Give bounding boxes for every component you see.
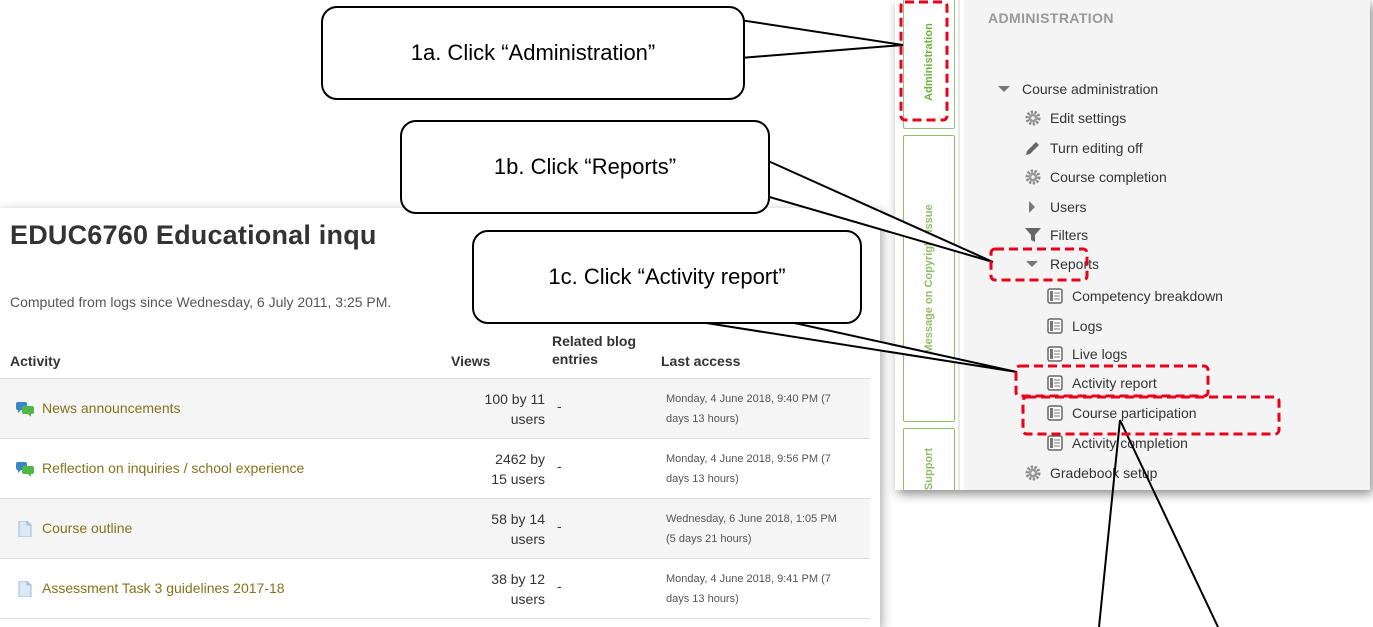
gear-icon	[1025, 169, 1041, 185]
last-access: Monday, 4 June 2018, 9:41 PM (7 days 13 h…	[666, 569, 866, 609]
table-row: Reflection on inquiries / school experie…	[0, 438, 870, 498]
last-access-line: days 13 hours)	[666, 593, 739, 605]
column-header-views: Views	[451, 353, 491, 369]
views-count: 38 by 12 users	[465, 569, 545, 609]
forum-icon	[16, 462, 34, 477]
last-access-line: Monday, 4 June 2018, 9:41 PM (7	[666, 573, 831, 585]
report-icon	[1047, 346, 1063, 362]
last-access-line: Monday, 4 June 2018, 9:56 PM (7	[666, 453, 831, 465]
views-line: 100 by 11	[484, 391, 545, 407]
nav-label: Edit settings	[1050, 110, 1127, 126]
report-icon	[1047, 318, 1063, 334]
related-blog-entries: -	[557, 578, 562, 594]
views-count: 2462 by 15 users	[465, 449, 545, 489]
nav-label: Logs	[1072, 318, 1103, 334]
column-header-activity: Activity	[10, 353, 61, 369]
nav-label: Activity report	[1072, 375, 1157, 391]
last-access-line: Monday, 4 June 2018, 9:40 PM (7	[666, 393, 831, 405]
column-header-line: Related blog	[552, 333, 637, 349]
views-count: 100 by 11 users	[465, 389, 545, 429]
report-icon	[1047, 435, 1063, 451]
views-line: users	[510, 531, 545, 547]
tab-support[interactable]: Support	[903, 428, 955, 490]
tab-administration[interactable]: Administration	[903, 0, 955, 129]
activity-link[interactable]: News announcements	[42, 400, 181, 416]
report-icon	[1047, 288, 1063, 304]
column-header-related-blog: Related blog entries	[552, 332, 636, 368]
tab-copyright-message[interactable]: Message on Copyright Issue	[903, 135, 955, 422]
forum-icon	[16, 402, 34, 417]
funnel-icon	[1025, 228, 1041, 242]
triangle-down-icon	[1026, 261, 1038, 267]
tab-administration-label: Administration	[923, 23, 935, 101]
pencil-icon	[1026, 142, 1039, 155]
activity-link[interactable]: Course outline	[42, 520, 132, 536]
nav-label: Course participation	[1072, 405, 1197, 421]
nav-label: Activity completion	[1072, 435, 1188, 451]
table-row: Course outline 58 by 14 users - Wednesday…	[0, 498, 870, 558]
tab-divider	[958, 0, 960, 490]
report-icon	[1047, 405, 1063, 421]
nav-label: Users	[1050, 199, 1087, 215]
nav-label: Course administration	[1022, 81, 1159, 97]
views-line: 58 by 14	[491, 511, 545, 527]
views-line: 38 by 12	[491, 571, 545, 587]
related-blog-entries: -	[557, 518, 562, 534]
nav-label: Course completion	[1050, 169, 1167, 185]
tab-support-label: Support	[923, 447, 935, 490]
table-row: Assessment Task 3 guidelines 2017-18 38 …	[0, 558, 870, 619]
related-blog-entries: -	[557, 458, 562, 474]
page-title: EDUC6760 Educational inqu	[10, 220, 377, 250]
gear-icon	[1025, 465, 1041, 481]
gear-icon	[1025, 110, 1041, 126]
activity-table: News announcements 100 by 11 users - Mond…	[0, 378, 870, 619]
nav-label: Reports	[1050, 256, 1100, 272]
views-line: 15 users	[491, 471, 545, 487]
last-access-line: (5 days 21 hours)	[666, 533, 752, 545]
report-subtitle: Computed from logs since Wednesday, 6 Ju…	[10, 294, 392, 310]
nav-label: Filters	[1050, 227, 1089, 243]
last-access: Monday, 4 June 2018, 9:40 PM (7 days 13 h…	[666, 389, 866, 429]
callout-1a-pointer	[739, 18, 904, 60]
vertical-tab-bar: Administration Message on Copyright Issu…	[895, 0, 963, 490]
views-line: 2462 by	[495, 451, 545, 467]
related-blog-entries: -	[557, 398, 562, 414]
views-count: 58 by 14 users	[465, 509, 545, 549]
nav-label: Gradebook setup	[1050, 465, 1158, 481]
file-icon	[18, 581, 32, 597]
column-header-line: entries	[552, 351, 598, 367]
administration-nav: ADMINISTRATION Course administration Edi…	[964, 0, 1370, 490]
nav-label: Competency breakdown	[1072, 288, 1223, 304]
nav-label: Turn editing off	[1050, 140, 1143, 156]
activity-link[interactable]: Reflection on inquiries / school experie…	[42, 460, 304, 476]
triangle-right-icon	[1029, 201, 1035, 213]
report-icon	[1047, 375, 1063, 391]
views-line: users	[510, 411, 545, 427]
last-access: Monday, 4 June 2018, 9:56 PM (7 days 13 h…	[666, 449, 866, 489]
callout-step-1b: 1b. Click “Reports”	[400, 120, 770, 214]
last-access-line: days 13 hours)	[666, 473, 739, 485]
views-line: users	[510, 591, 545, 607]
table-row: News announcements 100 by 11 users - Mond…	[0, 378, 870, 438]
last-access: Wednesday, 6 June 2018, 1:05 PM (5 days 2…	[666, 509, 866, 549]
column-header-last-access: Last access	[661, 353, 741, 369]
administration-heading: ADMINISTRATION	[988, 10, 1114, 26]
activity-link[interactable]: Assessment Task 3 guidelines 2017-18	[42, 580, 285, 596]
last-access-line: days 13 hours)	[666, 413, 739, 425]
callout-step-1a: 1a. Click “Administration”	[321, 6, 745, 100]
administration-block: Administration Message on Copyright Issu…	[895, 0, 1370, 490]
last-access-line: Wednesday, 6 June 2018, 1:05 PM	[666, 513, 837, 525]
file-icon	[18, 521, 32, 537]
tab-copyright-label: Message on Copyright Issue	[923, 203, 935, 354]
nav-label: Live logs	[1072, 346, 1128, 362]
triangle-down-icon	[998, 86, 1010, 92]
callout-step-1c: 1c. Click “Activity report”	[472, 230, 862, 324]
